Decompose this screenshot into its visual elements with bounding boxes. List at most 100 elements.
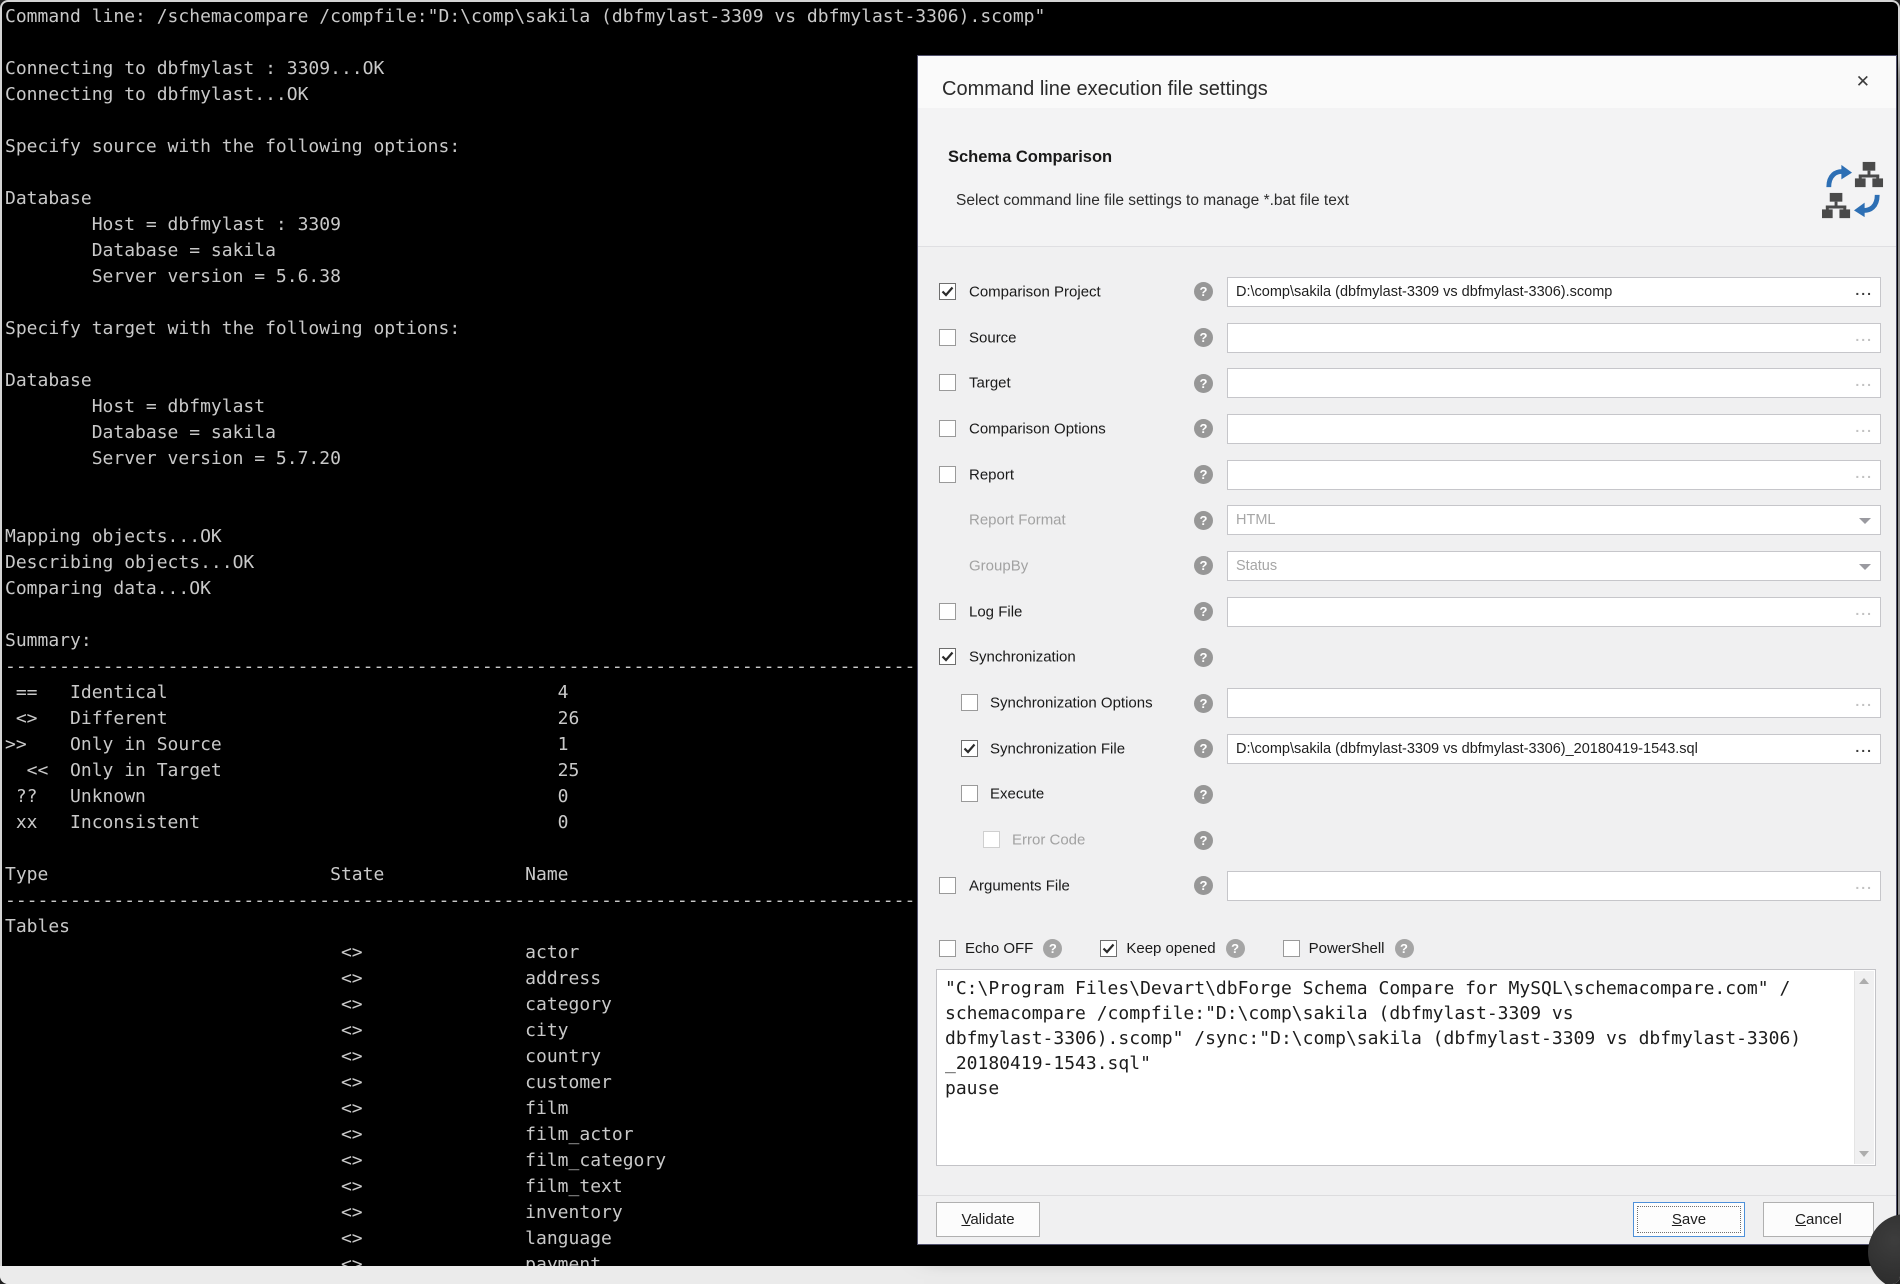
field-report[interactable]: ... xyxy=(1227,460,1881,490)
header-title: Schema Comparison xyxy=(948,148,1112,167)
checkbox-synchronization-file[interactable] xyxy=(961,740,978,757)
help-icon[interactable]: ? xyxy=(1043,939,1062,958)
field-value: Status xyxy=(1228,552,1880,580)
field-value: HTML xyxy=(1228,506,1880,534)
dialog-titlebar[interactable]: Command line execution file settings ✕ xyxy=(918,56,1896,108)
checkbox-error-code[interactable] xyxy=(983,831,1000,848)
row-source: Source ? ... xyxy=(918,315,1896,361)
help-icon[interactable]: ? xyxy=(1194,419,1213,438)
header-subtitle: Select command line file settings to man… xyxy=(956,192,1349,210)
field-value: D:\comp\sakila (dbfmylast-3309 vs dbfmyl… xyxy=(1228,278,1880,306)
checkbox-keep-opened[interactable] xyxy=(1100,940,1117,957)
help-icon[interactable]: ? xyxy=(1226,939,1245,958)
field-target[interactable]: ... xyxy=(1227,368,1881,398)
help-icon[interactable]: ? xyxy=(1194,739,1213,758)
settings-row-label: Arguments File xyxy=(969,877,1070,894)
settings-form: Comparison Project ? D:\comp\sakila (dbf… xyxy=(918,269,1896,909)
bat-options-row: Echo OFF ? Keep opened ? PowerShell ? xyxy=(939,930,1452,966)
row-synchronization-options: Synchronization Options ? ... xyxy=(918,680,1896,726)
help-icon[interactable]: ? xyxy=(1194,511,1213,530)
row-comparison-project: Comparison Project ? D:\comp\sakila (dbf… xyxy=(918,269,1896,315)
field-arguments-file[interactable]: ... xyxy=(1227,871,1881,901)
checkbox-execute[interactable] xyxy=(961,785,978,802)
settings-row-label: Synchronization File xyxy=(990,740,1125,757)
field-synchronization-options[interactable]: ... xyxy=(1227,688,1881,718)
row-comparison-options: Comparison Options ? ... xyxy=(918,406,1896,452)
checkbox-comparison-project[interactable] xyxy=(939,283,956,300)
checkbox-target[interactable] xyxy=(939,374,956,391)
field-report-format[interactable]: HTML xyxy=(1227,505,1881,535)
help-icon[interactable]: ? xyxy=(1194,602,1213,621)
help-icon[interactable]: ? xyxy=(1194,282,1213,301)
validate-button[interactable]: Validate xyxy=(936,1202,1040,1237)
row-synchronization: Synchronization ? xyxy=(918,635,1896,681)
help-icon[interactable]: ? xyxy=(1194,831,1213,850)
checkbox-powershell[interactable] xyxy=(1283,940,1300,957)
help-icon[interactable]: ? xyxy=(1194,374,1213,393)
checkbox-source[interactable] xyxy=(939,329,956,346)
scroll-down-icon[interactable] xyxy=(1859,1151,1869,1157)
browse-button[interactable]: ... xyxy=(1855,598,1873,622)
dropdown-arrow-icon[interactable] xyxy=(1859,564,1871,570)
field-synchronization-file[interactable]: D:\comp\sakila (dbfmylast-3309 vs dbfmyl… xyxy=(1227,734,1881,764)
field-comparison-project[interactable]: D:\comp\sakila (dbfmylast-3309 vs dbfmyl… xyxy=(1227,277,1881,307)
save-button[interactable]: Save xyxy=(1633,1202,1745,1237)
help-icon[interactable]: ? xyxy=(1194,648,1213,667)
console-output: Command line: /schemacompare /compfile:"… xyxy=(5,4,1045,1278)
help-icon[interactable]: ? xyxy=(1395,939,1414,958)
settings-row-label: Target xyxy=(969,375,1011,392)
help-icon[interactable]: ? xyxy=(1194,465,1213,484)
browse-button[interactable]: ... xyxy=(1855,369,1873,393)
bat-option-label: PowerShell xyxy=(1309,940,1385,957)
row-log-file: Log File ? ... xyxy=(918,589,1896,635)
browse-button[interactable]: ... xyxy=(1855,415,1873,439)
settings-row-label: Report Format xyxy=(969,512,1066,529)
dropdown-arrow-icon[interactable] xyxy=(1859,518,1871,524)
browse-button[interactable]: ... xyxy=(1855,278,1873,302)
settings-row-label: Report xyxy=(969,466,1014,483)
field-groupby[interactable]: Status xyxy=(1227,551,1881,581)
settings-row-label: Source xyxy=(969,329,1017,346)
help-icon[interactable]: ? xyxy=(1194,785,1213,804)
cancel-button[interactable]: Cancel xyxy=(1763,1202,1874,1237)
browse-button[interactable]: ... xyxy=(1855,689,1873,713)
checkbox-arguments-file[interactable] xyxy=(939,877,956,894)
settings-row-label: Comparison Project xyxy=(969,283,1101,300)
browse-button[interactable]: ... xyxy=(1855,872,1873,896)
bat-file-textarea[interactable]: "C:\Program Files\Devart\dbForge Schema … xyxy=(936,969,1876,1166)
field-comparison-options[interactable]: ... xyxy=(1227,414,1881,444)
field-source[interactable]: ... xyxy=(1227,323,1881,353)
checkbox-echo-off[interactable] xyxy=(939,940,956,957)
bat-option-label: Keep opened xyxy=(1126,940,1215,957)
checkbox-log-file[interactable] xyxy=(939,603,956,620)
help-icon[interactable]: ? xyxy=(1194,556,1213,575)
scrollbar[interactable] xyxy=(1854,971,1874,1164)
settings-row-label: Comparison Options xyxy=(969,420,1106,437)
help-icon[interactable]: ? xyxy=(1194,328,1213,347)
browse-button[interactable]: ... xyxy=(1855,735,1873,759)
settings-row-label: Execute xyxy=(990,786,1044,803)
row-target: Target ? ... xyxy=(918,360,1896,406)
row-execute: Execute ? xyxy=(918,772,1896,818)
settings-row-label: GroupBy xyxy=(969,557,1028,574)
help-icon[interactable]: ? xyxy=(1194,694,1213,713)
option-keep-opened: Keep opened ? xyxy=(1100,939,1244,958)
browse-button[interactable]: ... xyxy=(1855,324,1873,348)
help-icon[interactable]: ? xyxy=(1194,876,1213,895)
browse-button[interactable]: ... xyxy=(1855,461,1873,485)
app-window: Command line: /schemacompare /compfile:"… xyxy=(0,0,1900,1284)
settings-row-label: Log File xyxy=(969,603,1022,620)
command-line-settings-dialog: Command line execution file settings ✕ S… xyxy=(918,56,1896,1244)
checkbox-report[interactable] xyxy=(939,466,956,483)
window-bottom-edge xyxy=(0,1266,1900,1284)
scroll-up-icon[interactable] xyxy=(1859,978,1869,984)
dialog-header: Schema Comparison Select command line fi… xyxy=(918,108,1896,247)
field-log-file[interactable]: ... xyxy=(1227,597,1881,627)
checkbox-synchronization[interactable] xyxy=(939,648,956,665)
bat-option-label: Echo OFF xyxy=(965,940,1033,957)
checkbox-synchronization-options[interactable] xyxy=(961,694,978,711)
bat-file-text: "C:\Program Files\Devart\dbForge Schema … xyxy=(945,976,1847,1161)
checkbox-comparison-options[interactable] xyxy=(939,420,956,437)
close-icon[interactable]: ✕ xyxy=(1856,72,1870,92)
settings-row-label: Error Code xyxy=(1012,832,1085,849)
